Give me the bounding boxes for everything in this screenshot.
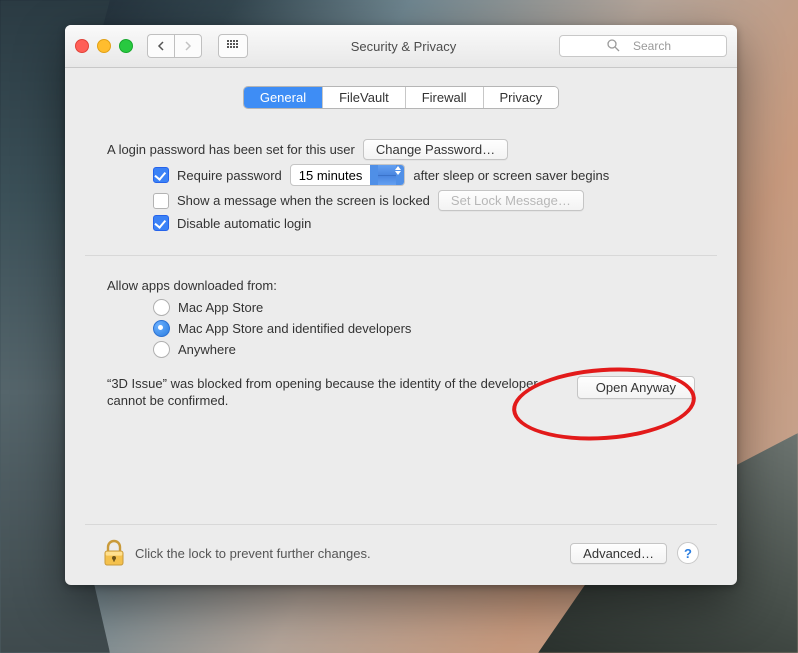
prefs-content: General FileVault Firewall Privacy A log… [65,68,737,585]
minimize-button[interactable] [97,39,111,53]
login-password-set-label: A login password has been set for this u… [107,142,355,157]
radio-anywhere-label: Anywhere [178,342,236,357]
disable-auto-login-label: Disable automatic login [177,216,311,231]
chevron-left-icon [157,41,165,51]
blocked-app-message: “3D Issue” was blocked from opening beca… [107,376,563,410]
lock-icon[interactable] [103,539,125,567]
select-stepper-icon [370,165,404,185]
search-field-wrap [559,35,727,57]
tab-general[interactable]: General [244,87,323,108]
radio-anywhere[interactable] [153,341,170,358]
require-password-label: Require password [177,168,282,183]
radio-mas-identified[interactable] [153,320,170,337]
show-message-label: Show a message when the screen is locked [177,193,430,208]
radio-mac-app-store-label: Mac App Store [178,300,263,315]
disable-auto-login-checkbox[interactable] [153,215,169,231]
tab-bar: General FileVault Firewall Privacy [243,86,559,109]
require-password-delay-value: 15 minutes [291,168,371,183]
open-anyway-button[interactable]: Open Anyway [577,376,695,399]
zoom-button[interactable] [119,39,133,53]
change-password-button[interactable]: Change Password… [363,139,508,160]
set-lock-message-button[interactable]: Set Lock Message… [438,190,584,211]
radio-mac-app-store[interactable] [153,299,170,316]
gatekeeper-header: Allow apps downloaded from: [107,278,695,293]
tab-privacy[interactable]: Privacy [484,87,559,108]
window-traffic-lights [75,39,133,53]
advanced-button[interactable]: Advanced… [570,543,667,564]
gatekeeper-section: Allow apps downloaded from: Mac App Stor… [85,256,717,410]
window-toolbar: Security & Privacy [65,25,737,68]
grid-icon [227,40,239,52]
help-button[interactable]: ? [677,542,699,564]
tab-firewall[interactable]: Firewall [406,87,484,108]
search-input[interactable] [559,35,727,57]
require-password-delay-select[interactable]: 15 minutes [290,164,406,186]
lock-hint-label: Click the lock to prevent further change… [135,546,371,561]
show-message-checkbox[interactable] [153,193,169,209]
window-title: Security & Privacy [258,39,549,54]
tab-filevault[interactable]: FileVault [323,87,406,108]
chevron-right-icon [184,41,192,51]
close-button[interactable] [75,39,89,53]
nav-back-forward [147,34,202,58]
radio-mas-identified-label: Mac App Store and identified developers [178,321,411,336]
show-all-button[interactable] [218,34,248,58]
require-password-after-label: after sleep or screen saver begins [413,168,609,183]
require-password-delay-wrap: 15 minutes [290,164,406,186]
prefs-footer: Click the lock to prevent further change… [85,524,717,581]
back-button[interactable] [147,34,174,58]
forward-button[interactable] [174,34,202,58]
login-section: A login password has been set for this u… [85,135,717,256]
system-preferences-window: Security & Privacy General FileVault Fir… [65,25,737,585]
require-password-checkbox[interactable] [153,167,169,183]
